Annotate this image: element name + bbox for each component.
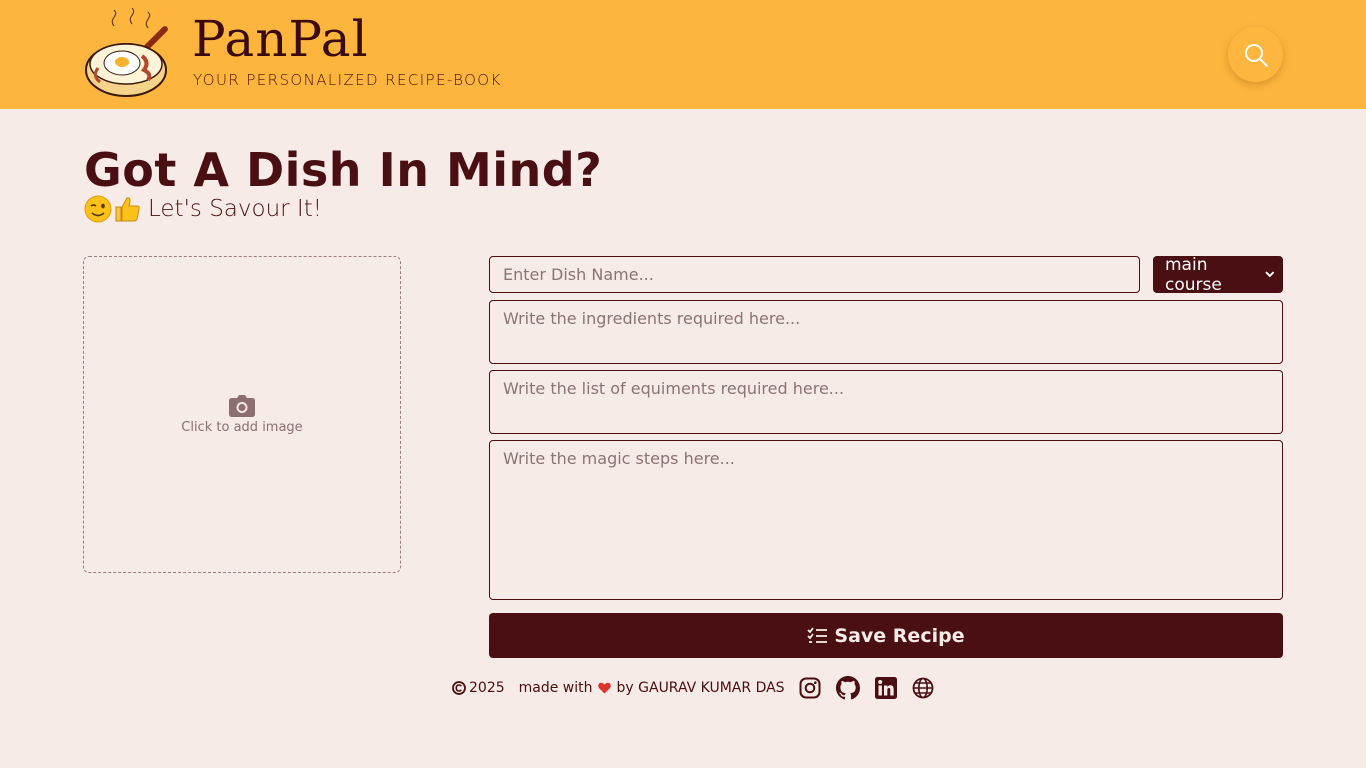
winking-face-emoji — [84, 195, 112, 223]
thumbs-up-emoji — [115, 197, 140, 222]
image-upload-label: Click to add image — [181, 419, 303, 435]
course-select[interactable]: main course — [1153, 254, 1283, 295]
instagram-link[interactable] — [799, 677, 821, 699]
search-icon — [1244, 43, 1268, 67]
linkedin-icon — [874, 677, 897, 699]
author-credit: by GAURAV KUMAR DAS — [616, 680, 785, 696]
copyright-year: 2025 — [469, 680, 505, 696]
heart-icon — [597, 682, 611, 694]
copyright: 2025 — [452, 680, 505, 696]
globe-icon — [912, 677, 933, 699]
github-link[interactable] — [835, 676, 860, 700]
made-with-credit: made with by GAURAV KUMAR DAS — [519, 680, 785, 696]
social-links — [799, 676, 949, 700]
save-recipe-label: Save Recipe — [834, 624, 965, 647]
subtitle-text: Let's Savour It! — [148, 196, 322, 222]
linkedin-link[interactable] — [874, 677, 897, 699]
frying-pan-egg-logo[interactable] — [84, 8, 180, 100]
copyright-icon — [452, 681, 466, 695]
website-link[interactable] — [912, 677, 934, 699]
ingredients-textarea[interactable] — [489, 300, 1283, 364]
steps-textarea[interactable] — [489, 440, 1283, 600]
equipments-textarea[interactable] — [489, 370, 1283, 434]
github-icon — [835, 676, 860, 700]
page-subtitle: Let's Savour It! — [84, 194, 322, 224]
course-select-value: main course — [1165, 254, 1222, 295]
image-upload-dropzone[interactable]: Click to add image — [83, 256, 401, 573]
instagram-icon — [799, 677, 821, 699]
save-recipe-button[interactable]: Save Recipe — [489, 613, 1283, 658]
search-button[interactable] — [1228, 27, 1283, 82]
checklist-icon — [807, 627, 828, 643]
dish-name-input[interactable] — [489, 256, 1140, 293]
made-with-text: made with — [518, 680, 593, 696]
chevron-down-icon — [1265, 271, 1275, 278]
brand-tagline: YOUR PERSONALIZED RECIPE-BOOK — [193, 71, 502, 89]
site-header: PanPal YOUR PERSONALIZED RECIPE-BOOK — [0, 0, 1366, 109]
emoji-group — [84, 194, 142, 224]
site-footer: 2025 made with by GAURAV KUMAR DAS — [452, 674, 949, 702]
camera-icon — [229, 394, 255, 417]
page-title: Got A Dish In Mind? — [84, 143, 603, 197]
brand-title[interactable]: PanPal — [192, 14, 369, 64]
